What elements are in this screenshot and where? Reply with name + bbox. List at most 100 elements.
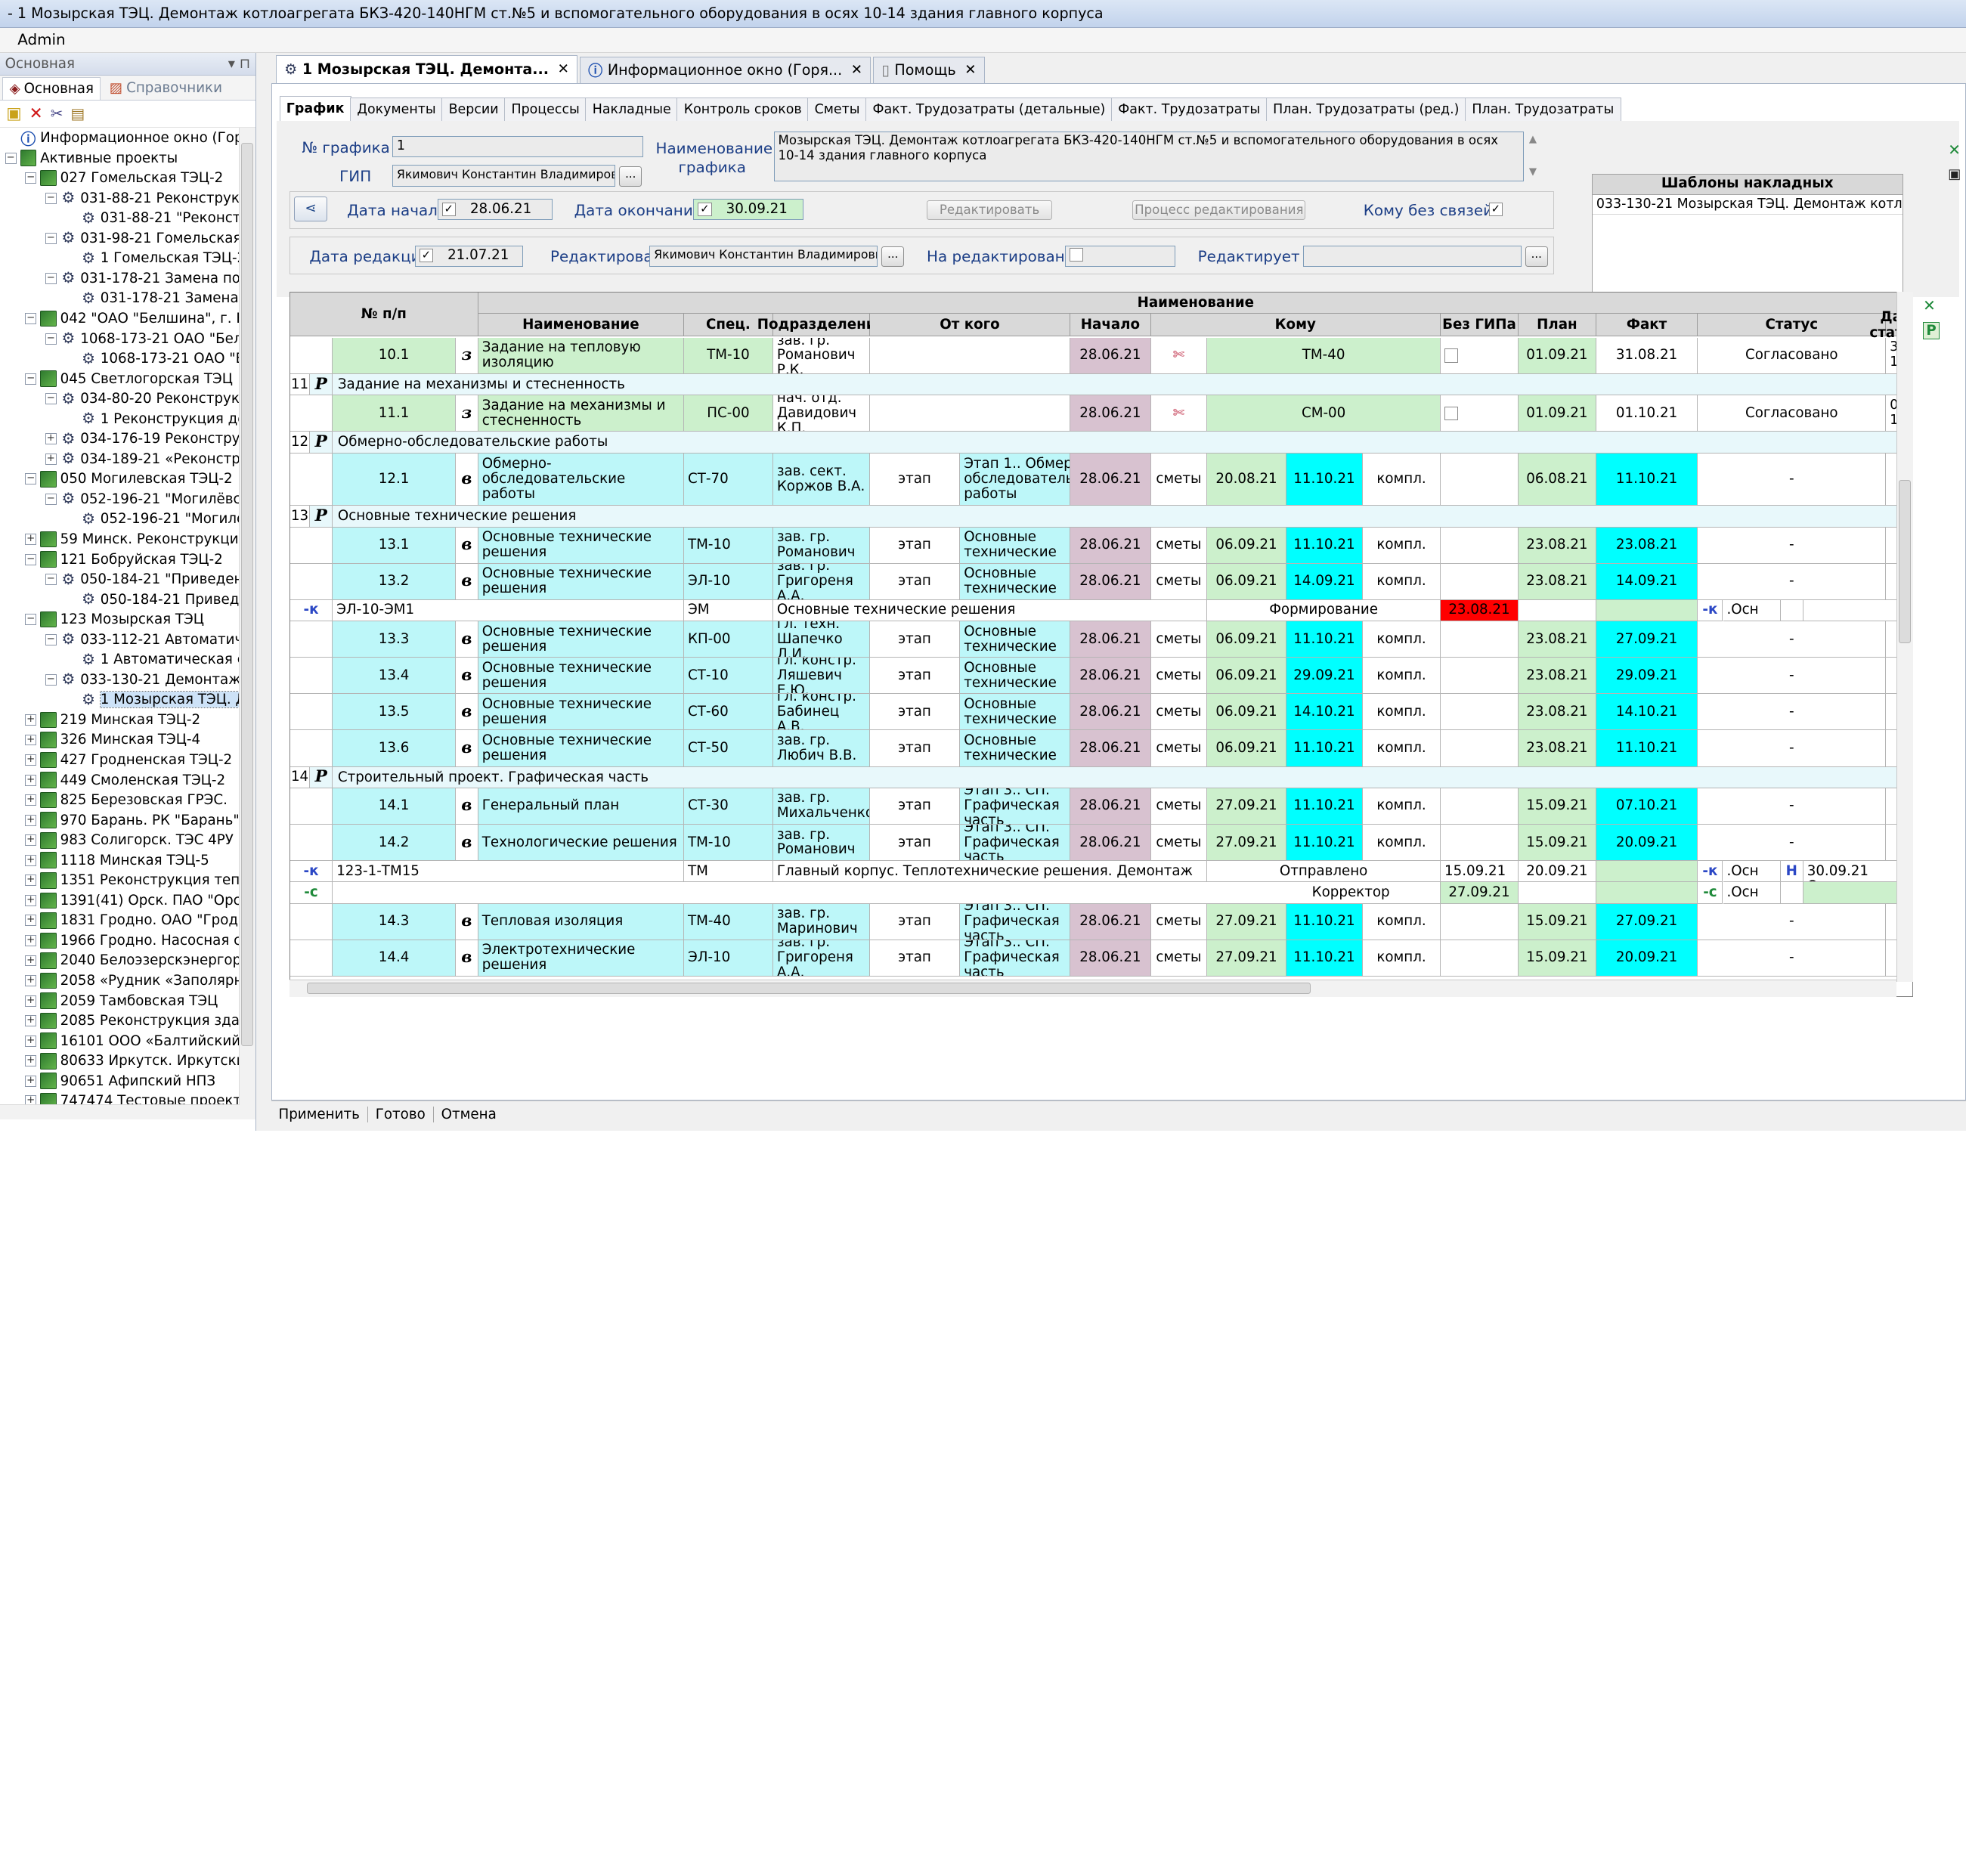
tree-item[interactable]: +2059 Тамбовская ТЭЦ (0, 991, 255, 1011)
expand-toggle[interactable]: + (25, 915, 37, 927)
tree-item[interactable]: ⚙ 1 Гомельская ТЭЦ-2 (0, 249, 255, 269)
tree-item[interactable]: +219 Минская ТЭЦ-2 (0, 710, 255, 730)
tree-item[interactable]: − ⚙ 052-196-21 "Могилёвск (0, 489, 255, 509)
expand-toggle[interactable]: + (25, 875, 37, 887)
apply-button[interactable]: Применить (271, 1107, 368, 1123)
cut-icon[interactable]: ✂ (51, 105, 63, 122)
tab-section-2[interactable]: Версии (441, 97, 506, 122)
pane-pin-controls[interactable]: ▾ ⊓ (228, 56, 250, 72)
expand-toggle[interactable]: + (25, 895, 37, 906)
tree-item[interactable]: − ⚙ 031-178-21 Замена полу (0, 268, 255, 289)
tree-item[interactable]: +983 Солигорск. ТЭС 4РУ РУ (0, 830, 255, 850)
gip-field[interactable]: Якимович Константин Владимирович (392, 165, 616, 187)
doc-tab-schedule[interactable]: ⚙ 1 Мозырская ТЭЦ. Демонта... ✕ (276, 55, 577, 83)
no-links-checkbox[interactable]: ✓ (1488, 203, 1503, 217)
cancel-button[interactable]: Отмена (434, 1107, 504, 1122)
col-header-dept[interactable]: Подразделение (757, 314, 885, 337)
tree-item[interactable]: +16101 ООО «Балтийский ГК (0, 1031, 255, 1051)
end-date-checkbox[interactable]: ✓ (698, 202, 712, 217)
doc-tab-help[interactable]: ▯ Помощь ✕ (873, 56, 985, 83)
section-row[interactable]: Основные технические решения (333, 506, 1912, 528)
tree-item[interactable]: ⓘ Информационное окно (Горя (0, 128, 255, 148)
expand-toggle[interactable]: + (45, 454, 57, 465)
tree-item[interactable]: − ⚙ 034-80-20 Реконструкци (0, 389, 255, 409)
tree-item[interactable]: ⚙ 1 Мозырская ТЭЦ. Д (0, 689, 255, 710)
tab-section-4[interactable]: Накладные (585, 97, 679, 122)
expand-toggle[interactable]: + (25, 1036, 37, 1047)
schedule-grid[interactable]: № п/п Наименование Наименование Спец. Подраз… (289, 292, 1913, 997)
excel-icon[interactable]: ✕ (1948, 141, 1961, 159)
section-row[interactable]: Обмерно-обследовательские работы (333, 432, 1912, 454)
tree-item[interactable]: +449 Смоленская ТЭЦ-2 (0, 770, 255, 791)
expand-toggle[interactable]: + (25, 935, 37, 946)
expand-toggle[interactable]: + (25, 995, 37, 1007)
expand-toggle[interactable]: + (25, 1076, 37, 1087)
tree-item[interactable]: − ⚙ 031-88-21 Реконструкци (0, 188, 255, 209)
tab-schedule[interactable]: График (279, 96, 351, 122)
tree-item[interactable]: +1118 Минская ТЭЦ-5 (0, 850, 255, 871)
close-icon[interactable]: ✕ (558, 61, 569, 77)
tree-horizontal-scrollbar[interactable] (0, 1104, 240, 1119)
tree-item[interactable]: +825 Березовская ГРЭС. (0, 790, 255, 810)
tree-item[interactable]: ⚙ 052-196-21 "Могилё (0, 509, 255, 530)
col-header-from[interactable]: От кого (869, 314, 1071, 337)
collapse-toggle[interactable]: − (25, 172, 37, 184)
tree-item[interactable]: +2085 Реконструкция здания (0, 1011, 255, 1031)
edit-button[interactable]: Редактировать (927, 200, 1053, 221)
tree-item[interactable]: +970 Барань. РК "Барань". М (0, 810, 255, 831)
collapse-toggle[interactable]: − (25, 614, 37, 626)
tree-item[interactable]: +1351 Реконструкция теплов (0, 871, 255, 891)
expand-toggle[interactable]: + (25, 714, 37, 726)
tree-item[interactable]: − ⚙ 033-130-21 Демонтаж к (0, 670, 255, 690)
expand-toggle[interactable]: + (25, 1015, 37, 1027)
tab-section-6[interactable]: Сметы (807, 97, 867, 122)
tree-item[interactable]: +1391(41) Орск. ПАО "Орск (0, 890, 255, 911)
grid-hscroll-thumb[interactable] (307, 983, 1311, 995)
collapse-toggle[interactable]: − (45, 674, 57, 686)
tree-item[interactable]: − ⚙ 033-112-21 Автоматичес (0, 630, 255, 650)
collapse-toggle[interactable]: − (45, 494, 57, 505)
scroll-up-arrow[interactable]: ▲ (1529, 134, 1537, 145)
expand-toggle[interactable]: + (25, 754, 37, 766)
col-header-no-gip[interactable]: Без ГИПа (1441, 314, 1519, 337)
expand-toggle[interactable]: + (25, 955, 37, 967)
tree-item[interactable]: ⚙ 031-88-21 "Реконстр (0, 208, 255, 228)
tree-scroll-thumb[interactable] (240, 143, 254, 1047)
col-header-status[interactable]: Статус (1698, 314, 1887, 337)
collapse-toggle[interactable]: − (25, 313, 37, 324)
tree-item[interactable]: ⚙ 1 Реконструкция де (0, 409, 255, 429)
edit-process-button[interactable]: Процесс редактирования (1132, 200, 1306, 221)
tree-item[interactable]: +326 Минская ТЭЦ-4 (0, 730, 255, 751)
tree-item[interactable]: +1831 Гродно. ОАО "Гродно (0, 911, 255, 931)
edited-by-select-button[interactable]: ... (881, 246, 905, 267)
tree-item[interactable]: +2058 «Рудник «Заполярный (0, 971, 255, 991)
edited-by-field[interactable]: Якимович Константин Владимирович (649, 245, 878, 267)
save-icon[interactable]: ▣ (1948, 166, 1961, 182)
close-icon[interactable]: ✕ (964, 62, 976, 78)
close-icon[interactable]: ✕ (851, 62, 862, 78)
edit-date-field[interactable]: ✓ 21.07.21 (414, 245, 523, 267)
collapse-toggle[interactable]: − (5, 153, 17, 164)
edit-date-checkbox[interactable]: ✓ (419, 249, 433, 263)
tab-section-3[interactable]: Процессы (504, 97, 587, 122)
collapse-toggle[interactable]: − (45, 634, 57, 645)
collapse-toggle[interactable]: − (45, 333, 57, 345)
checkbox[interactable] (1444, 406, 1459, 420)
tree-item[interactable]: − 123 Мозырская ТЭЦ (0, 609, 255, 630)
tree-item[interactable]: − 121 Бобруйская ТЭЦ-2 (0, 549, 255, 570)
expand-toggle[interactable]: + (25, 834, 37, 847)
col-header-start[interactable]: Начало (1070, 314, 1151, 337)
collapse-toggle[interactable]: − (25, 553, 37, 565)
tree-item[interactable]: − 027 Гомельская ТЭЦ-2 (0, 168, 255, 188)
tab-references[interactable]: ▨ Справочники (104, 77, 229, 100)
tab-section-9[interactable]: План. Трудозатраты (ред.) (1265, 97, 1466, 122)
done-button[interactable]: Готово (368, 1107, 434, 1123)
on-edit-field[interactable] (1064, 245, 1175, 267)
collapse-toggle[interactable]: − (25, 473, 37, 485)
tree-item[interactable]: +90651 Афипский НПЗ (0, 1071, 255, 1091)
tab-section-1[interactable]: Документы (350, 97, 443, 122)
schedule-name-field[interactable]: Мозырская ТЭЦ. Демонтаж котлоагрегата БК… (773, 131, 1525, 181)
tree-item[interactable]: − 050 Могилевская ТЭЦ-2 (0, 469, 255, 490)
editing-field[interactable] (1303, 245, 1522, 267)
delete-icon[interactable]: ✕ (29, 104, 43, 123)
